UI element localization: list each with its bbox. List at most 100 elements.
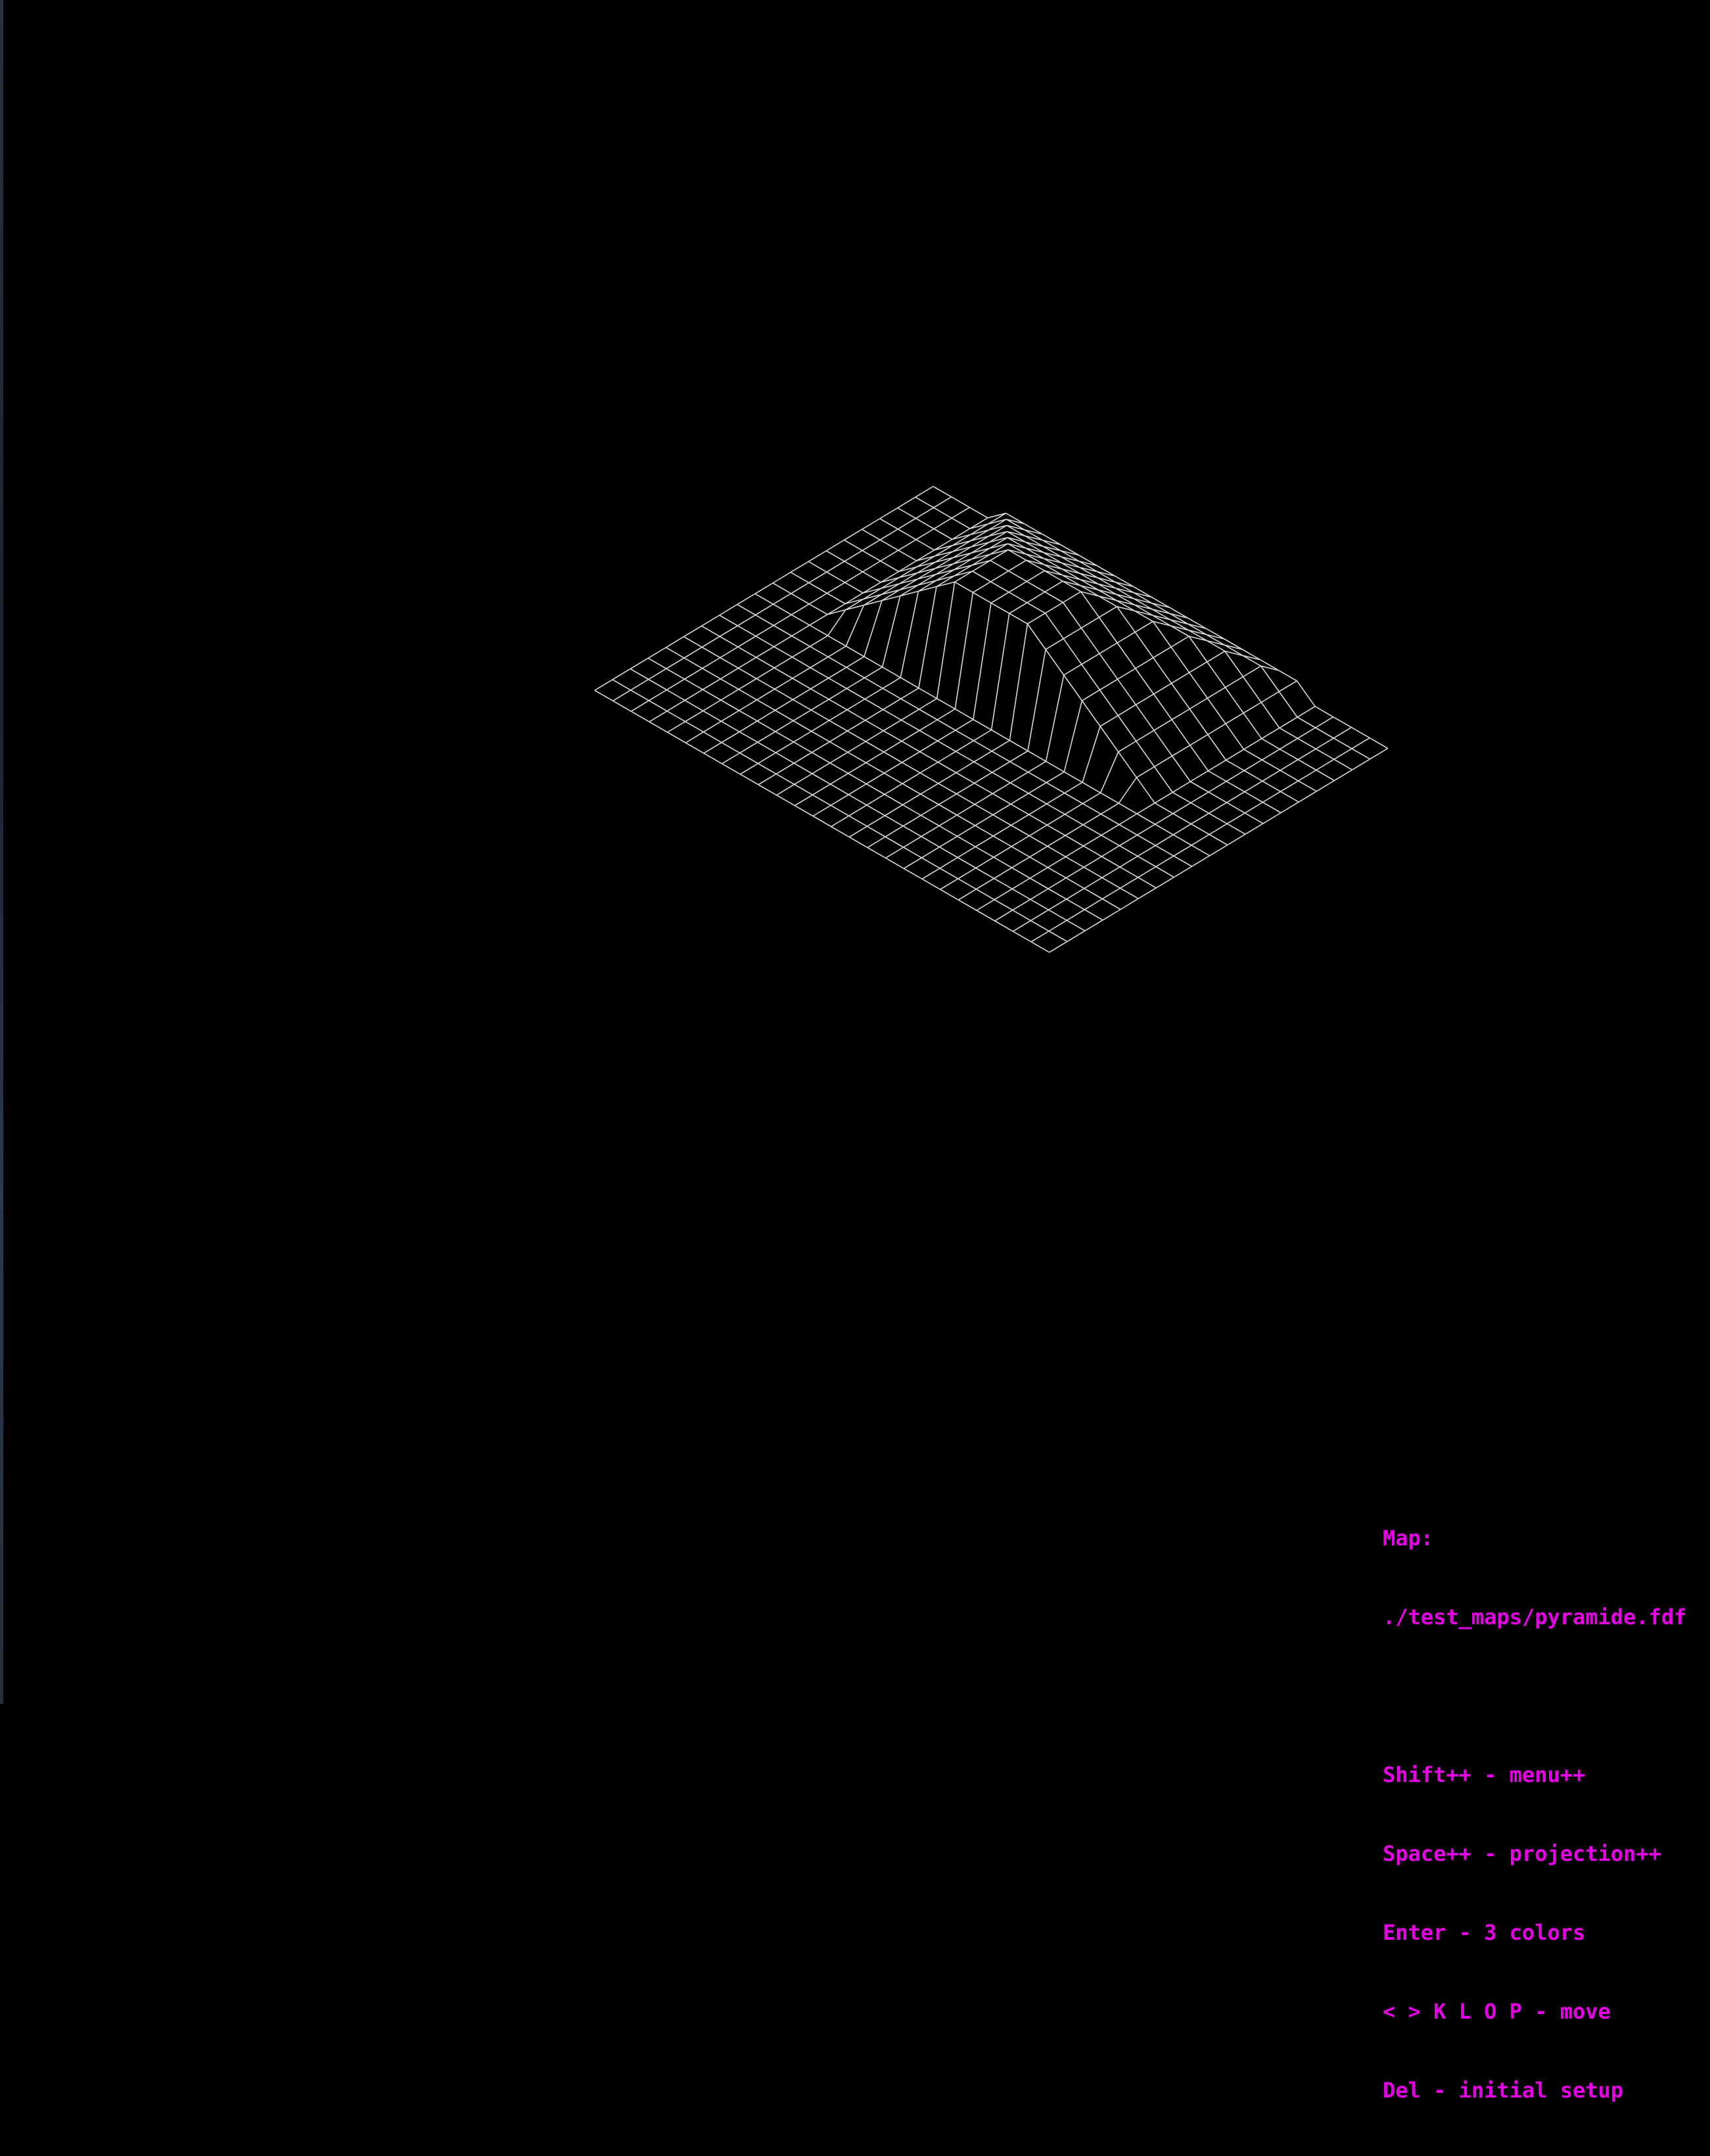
mesh-edge bbox=[990, 570, 1009, 582]
mesh-edge bbox=[864, 656, 883, 668]
mesh-edge bbox=[648, 678, 667, 691]
mesh-edge bbox=[885, 804, 904, 816]
mesh-edge bbox=[666, 699, 685, 712]
mesh-edge bbox=[934, 545, 953, 557]
mesh-edge bbox=[1227, 833, 1246, 846]
mesh-edge bbox=[1081, 664, 1101, 691]
mesh-edge bbox=[1226, 802, 1245, 814]
mesh-edge bbox=[1206, 634, 1225, 645]
mesh-edge bbox=[884, 783, 903, 795]
mesh-edge bbox=[1079, 567, 1098, 573]
mesh-edge bbox=[991, 739, 1010, 752]
mesh-edge bbox=[917, 574, 936, 586]
mesh-edge bbox=[1298, 791, 1317, 803]
mesh-edge bbox=[831, 826, 850, 838]
menu-item-del: Del - initial setup bbox=[1383, 2078, 1624, 2103]
mesh-edge bbox=[1136, 741, 1155, 767]
mesh-edge bbox=[915, 539, 935, 551]
mesh-edge bbox=[808, 571, 827, 584]
mesh-edge bbox=[831, 815, 850, 828]
mesh-edge bbox=[915, 528, 935, 540]
mesh-edge bbox=[901, 740, 921, 753]
mesh-edge bbox=[1044, 564, 1063, 570]
mesh-edge bbox=[1060, 550, 1080, 562]
mesh-edge bbox=[1262, 812, 1282, 824]
mesh-edge bbox=[846, 667, 865, 678]
mesh-edge bbox=[1010, 782, 1029, 794]
mesh-edge bbox=[739, 699, 758, 711]
mesh-edge bbox=[756, 678, 775, 690]
mesh-edge bbox=[1224, 676, 1243, 688]
mesh-edge bbox=[951, 496, 970, 508]
mesh-edge bbox=[1209, 802, 1228, 814]
mesh-edge bbox=[683, 657, 703, 669]
mesh-edge bbox=[1297, 727, 1316, 739]
mesh-edge bbox=[1120, 898, 1139, 910]
mesh-edge bbox=[1155, 824, 1174, 835]
mesh-edge bbox=[846, 677, 865, 690]
mesh-edge bbox=[1081, 653, 1100, 665]
mesh-edge bbox=[845, 645, 865, 657]
mesh-edge bbox=[1024, 529, 1043, 535]
mesh-edge bbox=[1280, 780, 1299, 792]
mesh-edge bbox=[919, 730, 938, 741]
mesh-edge bbox=[921, 868, 940, 879]
mesh-edge bbox=[1115, 588, 1134, 594]
mesh-edge bbox=[1118, 803, 1138, 814]
mesh-edge bbox=[775, 762, 795, 775]
mesh-edge bbox=[1261, 759, 1281, 771]
mesh-edge bbox=[756, 720, 776, 732]
mesh-edge bbox=[1028, 835, 1048, 847]
mesh-edge bbox=[1262, 791, 1281, 803]
mesh-edge bbox=[952, 534, 971, 546]
mesh-edge bbox=[776, 795, 795, 807]
mesh-edge bbox=[737, 593, 756, 605]
mesh-edge bbox=[994, 878, 1013, 889]
mesh-edge bbox=[1205, 628, 1225, 640]
mesh-edge bbox=[1262, 780, 1281, 792]
mesh-edge bbox=[987, 513, 1006, 519]
mesh-edge bbox=[1084, 920, 1103, 931]
mesh-edge bbox=[1316, 780, 1335, 792]
mesh-edge bbox=[1006, 519, 1025, 525]
mesh-edge bbox=[1102, 908, 1121, 921]
mesh-edge bbox=[1008, 580, 1027, 593]
mesh-edge bbox=[1063, 700, 1083, 772]
mesh-edge bbox=[939, 868, 959, 879]
mesh-edge bbox=[939, 835, 958, 848]
mesh-edge bbox=[1115, 582, 1134, 594]
mesh-edge bbox=[973, 751, 992, 762]
mesh-edge bbox=[1243, 713, 1262, 739]
mesh-edge bbox=[794, 805, 814, 817]
mesh-edge bbox=[1098, 606, 1117, 618]
render-window[interactable]: Map: ./test_maps/pyramide.fdf Shift++ - … bbox=[0, 0, 1710, 2103]
mesh-edge bbox=[921, 846, 940, 858]
mesh-edge bbox=[722, 752, 741, 764]
mesh-edge bbox=[864, 677, 883, 689]
mesh-edge bbox=[612, 690, 632, 701]
mesh-edge bbox=[701, 625, 720, 637]
mesh-edge bbox=[1028, 803, 1048, 815]
mesh-edge bbox=[865, 720, 884, 732]
mesh-edge bbox=[991, 729, 1010, 741]
mesh-edge bbox=[811, 730, 830, 743]
mesh-edge bbox=[1048, 930, 1068, 943]
mesh-edge bbox=[953, 546, 972, 558]
mesh-edge bbox=[1207, 650, 1226, 663]
mesh-edge bbox=[649, 721, 668, 733]
mesh-edge bbox=[721, 720, 740, 732]
mesh-edge bbox=[954, 708, 974, 720]
mesh-edge bbox=[775, 773, 795, 785]
mesh-edge bbox=[1096, 565, 1116, 577]
mesh-edge bbox=[975, 856, 994, 869]
mesh-edge bbox=[956, 814, 976, 826]
mesh-edge bbox=[775, 731, 794, 743]
mesh-edge bbox=[809, 624, 829, 636]
mesh-edge bbox=[1099, 726, 1119, 753]
mesh-edge bbox=[969, 507, 988, 519]
mesh-edge bbox=[1028, 761, 1047, 773]
mesh-edge bbox=[862, 528, 881, 540]
mesh-edge bbox=[1154, 803, 1174, 814]
mesh-edge bbox=[684, 689, 703, 701]
mesh-edge bbox=[1154, 755, 1173, 768]
